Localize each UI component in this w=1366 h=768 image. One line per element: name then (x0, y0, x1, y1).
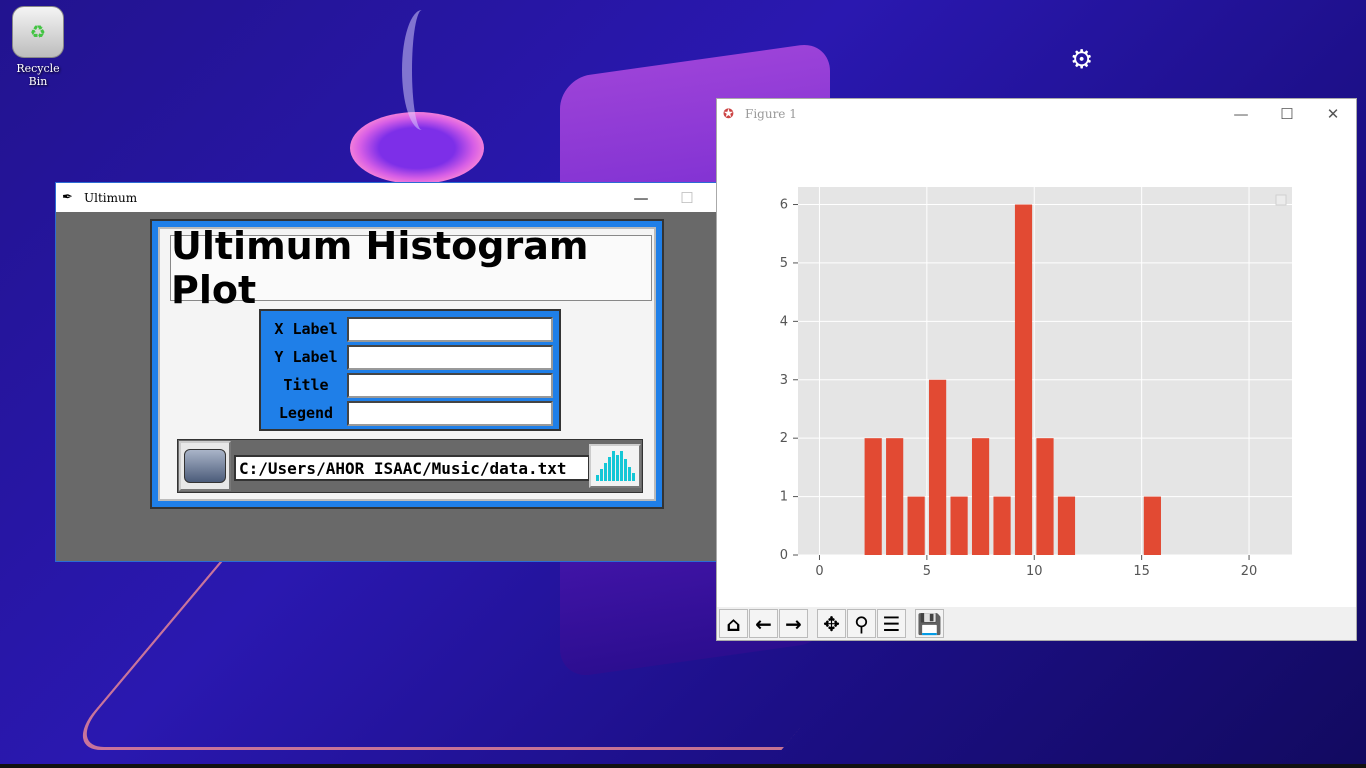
label-form: X Label Y Label Title Legend (259, 309, 561, 431)
y-tick-label: 1 (780, 490, 788, 505)
feather-icon: ✒ (62, 190, 73, 205)
forward-arrow-button[interactable]: → (779, 609, 808, 638)
x-tick-label: 0 (815, 564, 823, 579)
legend-label: Legend (278, 404, 334, 422)
y-tick-label: 3 (780, 373, 788, 388)
recycle-bin-icon: ♻ (12, 6, 64, 58)
xlabel-label: X Label (274, 320, 338, 338)
save-button[interactable]: 💾 (915, 609, 944, 638)
figure-title: Figure 1 (745, 107, 797, 121)
main-panel: Ultimum Histogram Plot X Label Y Label T… (150, 219, 664, 509)
ylabel-input[interactable] (347, 344, 553, 370)
histogram-bar (993, 496, 1011, 555)
histogram-bar (1036, 438, 1054, 555)
histogram-bar (1014, 204, 1033, 555)
maximize-button: ☐ (680, 188, 694, 207)
histogram-chart[interactable]: 0 5 10 15 20 0 1 2 3 4 5 6 (717, 129, 1356, 607)
home-icon: ⌂ (726, 611, 741, 636)
recycle-bin-label: Recycle Bin (16, 62, 60, 88)
x-tick-label: 5 (923, 564, 931, 579)
figure-maximize-button[interactable]: ☐ (1264, 99, 1310, 129)
save-icon: 💾 (917, 611, 942, 636)
form-row-xlabel: X Label (265, 315, 556, 343)
figure-titlebar[interactable]: ✪ Figure 1 — ☐ ✕ (717, 99, 1356, 129)
histogram-bar (1057, 496, 1076, 555)
file-bar: C:/Users/AHOR ISAAC/Music/data.txt (177, 439, 643, 493)
zoom-icon: ⚲ (854, 611, 869, 636)
app-heading: Ultimum Histogram Plot (170, 224, 652, 312)
x-tick-label: 15 (1133, 564, 1150, 579)
legend-input[interactable] (347, 400, 553, 426)
minimize-button[interactable]: — (618, 183, 664, 212)
configure-button[interactable]: ☰ (877, 609, 906, 638)
title-label: Title (283, 376, 329, 394)
configure-icon: ☰ (882, 611, 901, 636)
forward-arrow-icon: → (785, 611, 802, 636)
figure-close-button[interactable]: ✕ (1310, 99, 1356, 129)
figure-app-icon: ✪ (723, 106, 734, 122)
pan-icon: ✥ (823, 611, 840, 636)
wallpaper-smoke (402, 10, 442, 130)
ultimum-titlebar[interactable]: ✒ Ultimum — ☐ ✕ (56, 183, 756, 212)
zoom-button[interactable]: ⚲ (847, 609, 876, 638)
taskbar-edge (0, 764, 1366, 768)
form-row-title: Title (265, 371, 556, 399)
back-arrow-button[interactable]: ← (749, 609, 778, 638)
window-title: Ultimum (84, 190, 138, 205)
histogram-bar (1143, 496, 1161, 555)
plot-histogram-button[interactable] (589, 444, 641, 488)
home-button[interactable]: ⌂ (719, 609, 748, 638)
histogram-bar (886, 438, 904, 555)
xlabel-input[interactable] (347, 316, 553, 342)
y-tick-label: 6 (780, 198, 788, 213)
x-tick-label: 10 (1026, 564, 1043, 579)
recycle-bin-shortcut[interactable]: ♻ Recycle Bin (6, 6, 70, 88)
browse-file-button[interactable] (179, 441, 231, 491)
ultimum-window: ✒ Ultimum — ☐ ✕ Ultimum Histogram Plot X… (55, 182, 757, 562)
x-tick-label: 20 (1241, 564, 1258, 579)
histogram-bar (971, 438, 990, 555)
device-icon (184, 449, 226, 483)
figure-minimize-button[interactable]: — (1218, 99, 1264, 129)
file-path-display: C:/Users/AHOR ISAAC/Music/data.txt (234, 455, 590, 481)
ylabel-label: Y Label (274, 348, 338, 366)
legend-box (1275, 194, 1287, 206)
title-input[interactable] (347, 372, 553, 398)
y-tick-label: 4 (780, 314, 788, 329)
histogram-bar (950, 496, 968, 555)
figure-toolbar: ⌂ ← → ✥ ⚲ ☰ 💾 (717, 607, 1356, 640)
form-row-legend: Legend (265, 399, 556, 427)
y-tick-label: 2 (780, 431, 788, 446)
histogram-bar (864, 438, 882, 555)
pan-button[interactable]: ✥ (817, 609, 846, 638)
histogram-bar (907, 496, 925, 555)
y-tick-label: 0 (780, 548, 788, 563)
back-arrow-icon: ← (755, 611, 772, 636)
y-tick-label: 5 (780, 256, 788, 271)
figure-window: ✪ Figure 1 — ☐ ✕ 0 5 10 15 20 0 1 2 3 4 5 6 ⌂ ← → ✥ ⚲ ☰ 💾 (716, 98, 1357, 641)
form-row-ylabel: Y Label (265, 343, 556, 371)
histogram-bar (929, 379, 947, 555)
busy-cursor-icon: ⚙ (1070, 45, 1094, 75)
